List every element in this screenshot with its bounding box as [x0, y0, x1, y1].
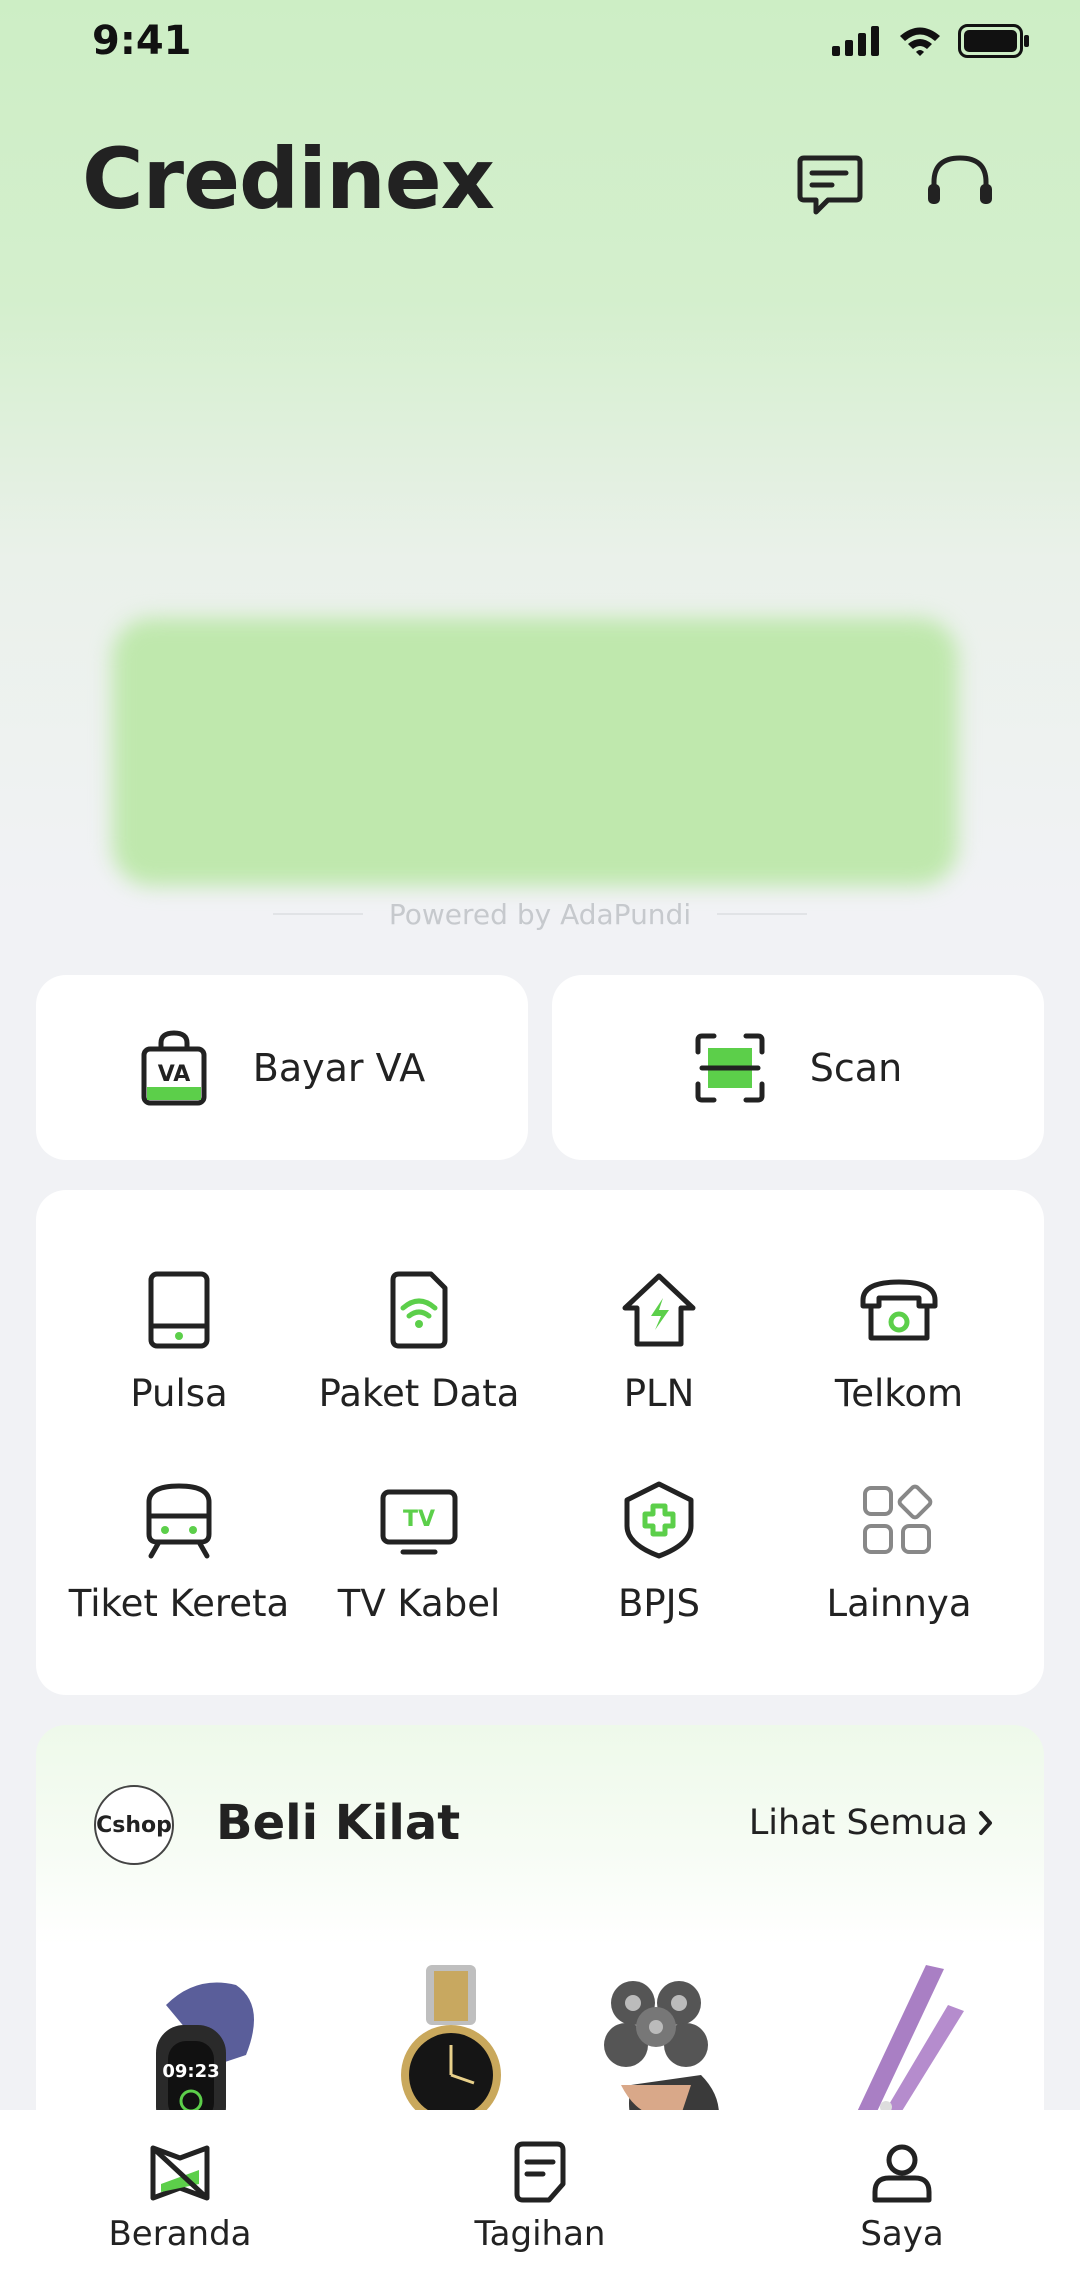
service-paket-data[interactable]: Paket Data	[299, 1270, 539, 1470]
service-pulsa[interactable]: Pulsa	[59, 1270, 299, 1470]
electricity-house-icon	[622, 1273, 696, 1347]
flash-sale-title: Beli Kilat	[216, 1795, 461, 1851]
divider-right	[717, 913, 808, 915]
tv-icon: TV	[380, 1489, 458, 1555]
nav-saya[interactable]: Saya	[802, 2140, 1002, 2254]
app-title: Credinex	[82, 130, 495, 228]
service-lainnya[interactable]: Lainnya	[779, 1480, 1019, 1680]
app-header: Credinex	[0, 110, 1080, 240]
svg-text:TV: TV	[403, 1507, 435, 1532]
health-shield-icon	[624, 1481, 694, 1559]
status-time: 9:41	[92, 18, 192, 64]
cshop-logo: Cshop	[94, 1785, 174, 1865]
service-pln[interactable]: PLN	[539, 1270, 779, 1470]
service-label: Telkom	[834, 1372, 964, 1415]
status-icons	[832, 24, 1030, 58]
bayar-va-button[interactable]: VA Bayar VA	[36, 975, 528, 1160]
chevron-right-icon	[979, 1811, 992, 1835]
service-label: Tiket Kereta	[68, 1582, 290, 1625]
powered-by-text: Powered by AdaPundi	[388, 897, 692, 931]
home-icon	[150, 2145, 210, 2201]
nav-label: Tagihan	[474, 2214, 606, 2254]
signal-icon	[832, 26, 879, 56]
scan-button[interactable]: Scan	[552, 975, 1044, 1160]
see-all-label: Lihat Semua	[748, 1803, 968, 1843]
train-icon	[146, 1483, 212, 1559]
bill-icon	[514, 2141, 566, 2203]
flash-sale-card: Cshop Beli Kilat Lihat Semua 09:23	[36, 1725, 1044, 2145]
telephone-icon	[860, 1279, 938, 1341]
service-label: TV Kabel	[337, 1582, 501, 1625]
service-label: Paket Data	[318, 1372, 520, 1415]
service-label: BPJS	[617, 1582, 701, 1625]
service-label: Lainnya	[826, 1582, 972, 1625]
headset-icon[interactable]	[922, 146, 998, 222]
nav-tagihan[interactable]: Tagihan	[440, 2140, 640, 2254]
see-all-link[interactable]: Lihat Semua	[749, 1803, 994, 1843]
profile-icon	[872, 2144, 932, 2203]
status-bar: 9:41	[0, 0, 1080, 90]
powered-by: Powered by AdaPundi	[0, 894, 1080, 934]
more-apps-icon	[863, 1484, 933, 1554]
phone-icon	[148, 1271, 210, 1349]
service-tiket-kereta[interactable]: Tiket Kereta	[59, 1480, 299, 1680]
cshop-logo-text: Cshop	[96, 1812, 172, 1838]
svg-text:VA: VA	[158, 1062, 191, 1087]
battery-icon	[958, 24, 1029, 58]
service-label: Pulsa	[130, 1372, 228, 1415]
bayar-va-label: Bayar VA	[252, 1045, 426, 1090]
divider-left	[272, 913, 363, 915]
scan-icon	[695, 1033, 765, 1102]
promo-banner[interactable]	[112, 618, 958, 886]
bottom-nav: Beranda Tagihan Saya	[0, 2110, 1080, 2280]
nav-label: Saya	[860, 2214, 944, 2254]
service-telkom[interactable]: Telkom	[779, 1270, 1019, 1470]
scan-label: Scan	[809, 1045, 903, 1090]
va-bag-icon: VA	[141, 1029, 207, 1105]
service-tv-kabel[interactable]: TV TV Kabel	[299, 1480, 539, 1680]
wifi-icon	[900, 27, 940, 56]
nav-label: Beranda	[108, 2214, 252, 2254]
message-icon[interactable]	[792, 146, 868, 222]
services-card: Pulsa Paket Data PLN Telkom Tiket Kereta…	[36, 1190, 1044, 1695]
svg-text:09:23: 09:23	[162, 2061, 219, 2082]
service-label: PLN	[623, 1372, 695, 1415]
nav-beranda[interactable]: Beranda	[80, 2140, 280, 2254]
sim-data-icon	[390, 1271, 448, 1349]
service-bpjs[interactable]: BPJS	[539, 1480, 779, 1680]
